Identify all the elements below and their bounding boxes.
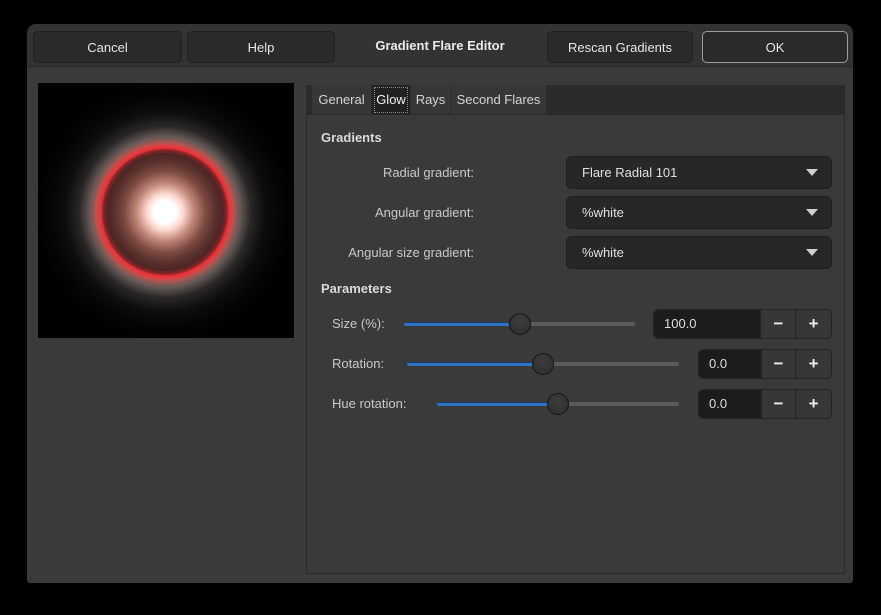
slider-fill — [404, 322, 520, 326]
tab-general[interactable]: General — [312, 85, 371, 115]
plus-icon[interactable]: + — [795, 350, 831, 378]
hue-rotation-label: Hue rotation: — [332, 389, 406, 419]
angular-size-gradient-select[interactable]: %white — [566, 236, 832, 269]
help-button[interactable]: Help — [187, 31, 335, 63]
size-label: Size (%): — [332, 309, 385, 339]
angular-size-gradient-label: Angular size gradient: — [307, 236, 474, 269]
chevron-down-icon — [806, 169, 818, 176]
gradients-section-header: Gradients — [321, 130, 382, 145]
select-value: %white — [582, 245, 806, 260]
select-value: Flare Radial 101 — [582, 165, 806, 180]
plus-icon[interactable]: + — [795, 310, 831, 338]
rotation-slider[interactable] — [407, 349, 679, 379]
angular-gradient-row: Angular gradient: %white — [307, 196, 844, 229]
angular-gradient-select[interactable]: %white — [566, 196, 832, 229]
rotation-spinbox: 0.0 − + — [698, 349, 832, 379]
size-spinbox: 100.0 − + — [653, 309, 832, 339]
tab-glow[interactable]: Glow — [372, 85, 410, 115]
hue-rotation-spinbox: 0.0 − + — [698, 389, 832, 419]
select-value: %white — [582, 205, 806, 220]
minus-icon[interactable]: − — [761, 350, 796, 378]
slider-handle[interactable] — [532, 353, 554, 375]
rescan-gradients-button[interactable]: Rescan Gradients — [547, 31, 693, 63]
angular-size-gradient-row: Angular size gradient: %white — [307, 236, 844, 269]
cancel-button[interactable]: Cancel — [33, 31, 182, 63]
slider-fill — [437, 402, 558, 406]
size-slider[interactable] — [404, 309, 635, 339]
ok-button[interactable]: OK — [702, 31, 848, 63]
angular-gradient-label: Angular gradient: — [307, 196, 474, 229]
parameters-section-header: Parameters — [321, 281, 392, 296]
flare-preview — [38, 83, 294, 338]
size-row: Size (%): 100.0 − + — [307, 309, 844, 339]
tab-bar: General Glow Rays Second Flares — [306, 85, 845, 115]
glow-page: Gradients Radial gradient: Flare Radial … — [306, 114, 845, 574]
hue-rotation-value-field[interactable]: 0.0 — [699, 390, 761, 418]
hue-rotation-row: Hue rotation: 0.0 − + — [307, 389, 844, 419]
slider-fill — [407, 362, 543, 366]
plus-icon[interactable]: + — [795, 390, 831, 418]
radial-gradient-row: Radial gradient: Flare Radial 101 — [307, 156, 844, 189]
minus-icon[interactable]: − — [760, 310, 795, 338]
dialog-body: General Glow Rays Second Flares Gradient… — [27, 68, 853, 583]
rotation-row: Rotation: 0.0 − + — [307, 349, 844, 379]
gradient-flare-editor-dialog: Cancel Help Gradient Flare Editor Rescan… — [27, 24, 853, 583]
slider-handle[interactable] — [547, 393, 569, 415]
header-bar: Cancel Help Gradient Flare Editor Rescan… — [27, 24, 853, 67]
tab-second-flares[interactable]: Second Flares — [451, 85, 546, 115]
radial-gradient-select[interactable]: Flare Radial 101 — [566, 156, 832, 189]
size-value-field[interactable]: 100.0 — [654, 310, 760, 338]
rotation-value-field[interactable]: 0.0 — [699, 350, 761, 378]
minus-icon[interactable]: − — [761, 390, 796, 418]
flare-image — [38, 83, 294, 338]
tab-rays[interactable]: Rays — [411, 85, 450, 115]
screen: Cancel Help Gradient Flare Editor Rescan… — [0, 0, 881, 615]
chevron-down-icon — [806, 209, 818, 216]
rotation-label: Rotation: — [332, 349, 384, 379]
hue-rotation-slider[interactable] — [437, 389, 679, 419]
slider-handle[interactable] — [509, 313, 531, 335]
chevron-down-icon — [806, 249, 818, 256]
radial-gradient-label: Radial gradient: — [307, 156, 474, 189]
